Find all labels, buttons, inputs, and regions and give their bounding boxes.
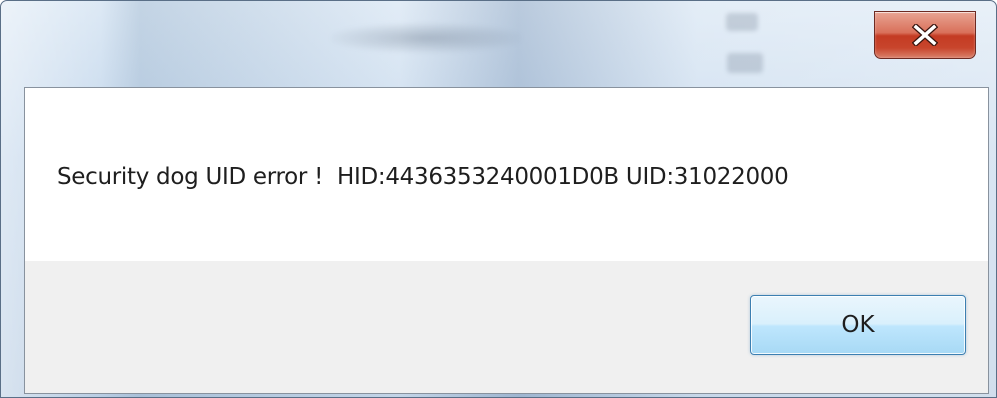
background-blur: [727, 53, 763, 73]
message-area: Security dog UID error ! HID:44363532400…: [25, 88, 988, 261]
button-area: OK: [25, 261, 988, 393]
ok-button[interactable]: OK: [750, 295, 966, 355]
close-icon: [912, 24, 938, 46]
titlebar-blurred-title: [331, 23, 521, 53]
close-button[interactable]: [874, 11, 976, 59]
error-message: Security dog UID error ! HID:44363532400…: [57, 164, 789, 190]
background-blur: [726, 13, 758, 31]
dialog-client-area: Security dog UID error ! HID:44363532400…: [24, 87, 989, 394]
dialog-window: Security dog UID error ! HID:44363532400…: [0, 0, 997, 398]
